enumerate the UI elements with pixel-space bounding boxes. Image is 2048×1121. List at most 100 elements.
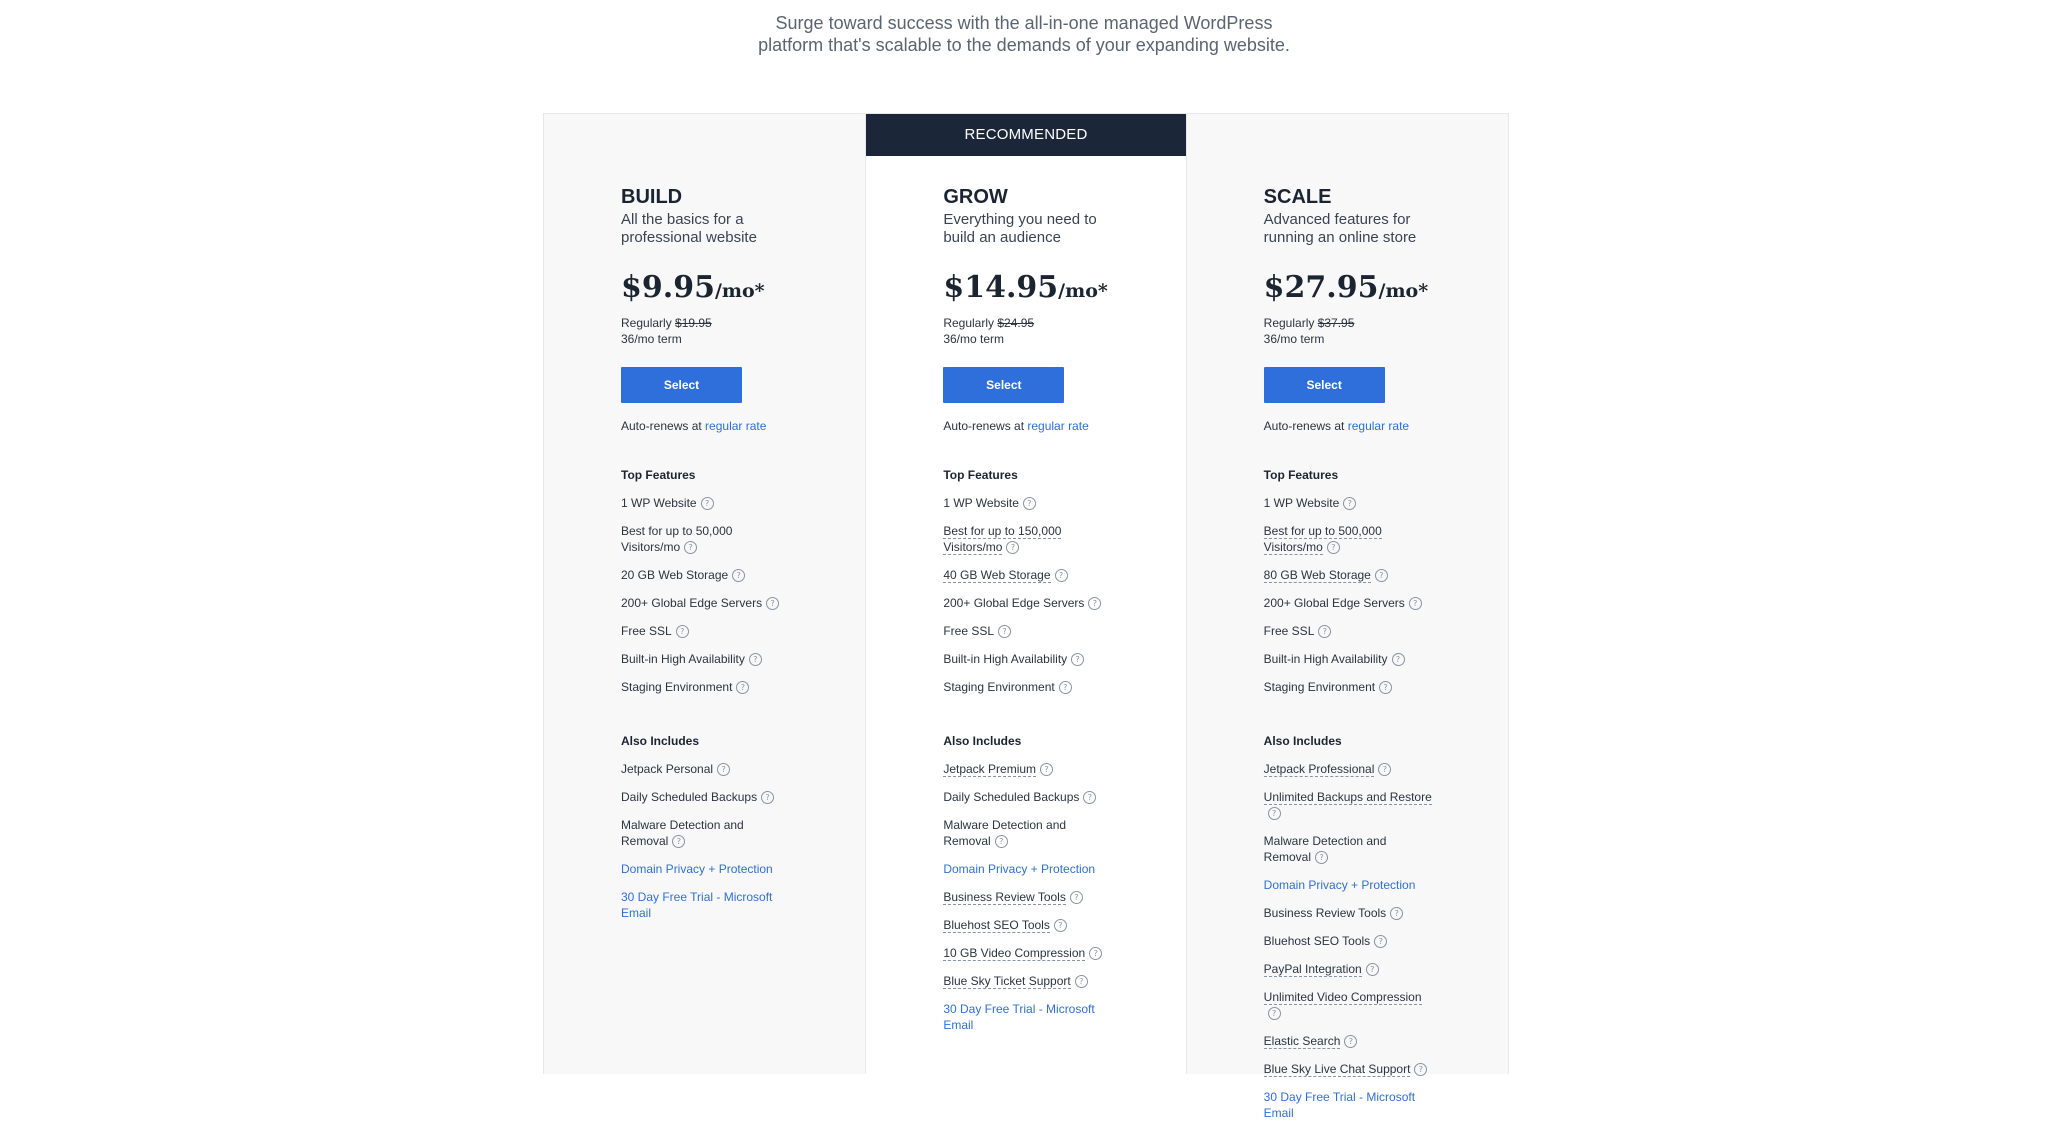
feature-item[interactable]: Unlimited Video Compression?	[1263, 989, 1434, 1021]
feature-text[interactable]: Unlimited Video Compression	[1263, 990, 1422, 1005]
feature-text: Staging Environment	[943, 680, 1055, 694]
question-circle-icon[interactable]: ?	[1089, 947, 1103, 961]
feature-text[interactable]: Elastic Search	[1263, 1034, 1341, 1049]
regular-rate-link[interactable]: regular rate	[1027, 419, 1088, 433]
question-circle-icon[interactable]: ?	[1326, 541, 1340, 555]
question-circle-icon[interactable]: ?	[1054, 569, 1068, 583]
question-circle-icon[interactable]: ?	[717, 763, 731, 777]
question-circle-icon[interactable]: ?	[1379, 681, 1393, 695]
autorenew-prefix: Auto-renews at	[621, 419, 706, 433]
question-circle-icon[interactable]: ?	[748, 653, 762, 667]
feature-text[interactable]: 80 GB Web Storage	[1263, 568, 1371, 583]
feature-item: Free SSL?	[943, 623, 1113, 639]
question-circle-icon[interactable]: ?	[1071, 653, 1085, 667]
question-circle-icon[interactable]: ?	[675, 625, 689, 639]
feature-text[interactable]: Domain Privacy + Protection	[943, 862, 1095, 876]
question-circle-icon[interactable]: ?	[1069, 891, 1083, 905]
regular-price: Regularly $24.95	[943, 315, 1185, 331]
feature-item[interactable]: Blue Sky Ticket Support?	[943, 973, 1113, 989]
question-circle-icon[interactable]: ?	[1083, 791, 1097, 805]
intro-line-1: Surge toward success with the all-in-one…	[775, 13, 1273, 33]
feature-text[interactable]: Best for up to 150,000 Visitors/mo	[943, 524, 1062, 555]
feature-item[interactable]: 40 GB Web Storage?	[943, 567, 1113, 583]
question-circle-icon[interactable]: ?	[998, 625, 1012, 639]
intro-text: Surge toward success with the all-in-one…	[0, 12, 2048, 56]
question-circle-icon[interactable]: ?	[736, 681, 750, 695]
feature-item[interactable]: 10 GB Video Compression?	[943, 945, 1113, 961]
autorenew-note: Auto-renews at regular rate	[621, 418, 865, 434]
select-button[interactable]: Select	[943, 367, 1065, 403]
plan-tagline: Advanced features for running an online …	[1263, 211, 1417, 246]
feature-text[interactable]: Blue Sky Ticket Support	[943, 974, 1071, 989]
select-button[interactable]: Select	[621, 367, 742, 403]
feature-text[interactable]: Business Review Tools	[943, 890, 1066, 905]
feature-item[interactable]: Bluehost SEO Tools?	[943, 917, 1113, 933]
feature-item[interactable]: Business Review Tools?	[943, 889, 1113, 905]
question-circle-icon[interactable]: ?	[1053, 919, 1067, 933]
question-circle-icon[interactable]: ?	[1365, 963, 1379, 977]
feature-text[interactable]: Jetpack Premium	[943, 762, 1037, 777]
question-circle-icon[interactable]: ?	[1374, 935, 1388, 949]
question-circle-icon[interactable]: ?	[1040, 763, 1054, 777]
feature-text: 1 WP Website	[621, 496, 697, 510]
feature-item[interactable]: PayPal Integration?	[1263, 961, 1434, 977]
question-circle-icon[interactable]: ?	[1267, 1007, 1281, 1021]
feature-item[interactable]: 30 Day Free Trial - Microsoft Email	[943, 1001, 1113, 1033]
question-circle-icon[interactable]: ?	[684, 541, 698, 555]
question-circle-icon[interactable]: ?	[1022, 497, 1036, 511]
feature-item[interactable]: 30 Day Free Trial - Microsoft Email	[1264, 1089, 1434, 1121]
regular-rate-link[interactable]: regular rate	[705, 419, 766, 433]
question-circle-icon[interactable]: ?	[1058, 681, 1072, 695]
question-circle-icon[interactable]: ?	[766, 597, 780, 611]
feature-text[interactable]: 30 Day Free Trial - Microsoft Email	[621, 890, 772, 920]
question-circle-icon[interactable]: ?	[1391, 653, 1405, 667]
select-button[interactable]: Select	[1263, 367, 1385, 403]
feature-text[interactable]: Best for up to 500,000 Visitors/mo	[1263, 524, 1382, 555]
feature-item[interactable]: Best for up to 150,000 Visitors/mo?	[943, 523, 1113, 555]
question-circle-icon[interactable]: ?	[1344, 1035, 1358, 1049]
feature-item[interactable]: Domain Privacy + Protection	[943, 861, 1113, 877]
question-circle-icon[interactable]: ?	[672, 835, 686, 849]
feature-text[interactable]: PayPal Integration	[1263, 962, 1362, 977]
feature-item[interactable]: Elastic Search?	[1263, 1033, 1434, 1049]
feature-item[interactable]: Jetpack Premium?	[943, 761, 1113, 777]
feature-text[interactable]: 10 GB Video Compression	[943, 946, 1086, 961]
feature-text[interactable]: 30 Day Free Trial - Microsoft Email	[943, 1002, 1094, 1032]
feature-item: Daily Scheduled Backups?	[621, 789, 791, 805]
question-circle-icon[interactable]: ?	[1074, 975, 1088, 989]
also-includes-heading: Also Includes	[1263, 734, 1342, 748]
feature-text[interactable]: Bluehost SEO Tools	[943, 918, 1050, 933]
question-circle-icon[interactable]: ?	[1006, 541, 1020, 555]
feature-item[interactable]: 80 GB Web Storage?	[1263, 567, 1434, 583]
question-circle-icon[interactable]: ?	[1390, 907, 1404, 921]
question-circle-icon[interactable]: ?	[732, 569, 746, 583]
question-circle-icon[interactable]: ?	[761, 791, 775, 805]
feature-item[interactable]: Domain Privacy + Protection	[1264, 877, 1434, 893]
feature-text[interactable]: Blue Sky Live Chat Support	[1263, 1062, 1411, 1077]
feature-item[interactable]: Blue Sky Live Chat Support?	[1263, 1061, 1434, 1077]
feature-text[interactable]: Domain Privacy + Protection	[621, 862, 773, 876]
regular-rate-link[interactable]: regular rate	[1348, 419, 1409, 433]
question-circle-icon[interactable]: ?	[1374, 569, 1388, 583]
question-circle-icon[interactable]: ?	[700, 497, 714, 511]
feature-text[interactable]: Unlimited Backups and Restore	[1263, 790, 1432, 805]
question-circle-icon[interactable]: ?	[1408, 597, 1422, 611]
feature-text[interactable]: Jetpack Professional	[1263, 762, 1375, 777]
feature-text[interactable]: 30 Day Free Trial - Microsoft Email	[1264, 1090, 1415, 1120]
feature-item[interactable]: Domain Privacy + Protection	[621, 861, 791, 877]
feature-item[interactable]: 30 Day Free Trial - Microsoft Email	[621, 889, 791, 921]
feature-text[interactable]: 40 GB Web Storage	[943, 568, 1051, 583]
feature-text[interactable]: Domain Privacy + Protection	[1264, 878, 1416, 892]
question-circle-icon[interactable]: ?	[1318, 625, 1332, 639]
question-circle-icon[interactable]: ?	[1315, 851, 1329, 865]
feature-text: 20 GB Web Storage	[621, 568, 729, 582]
question-circle-icon[interactable]: ?	[1088, 597, 1102, 611]
feature-item[interactable]: Unlimited Backups and Restore?	[1263, 789, 1434, 821]
question-circle-icon[interactable]: ?	[1267, 807, 1281, 821]
feature-item[interactable]: Jetpack Professional?	[1263, 761, 1434, 777]
question-circle-icon[interactable]: ?	[994, 835, 1008, 849]
question-circle-icon[interactable]: ?	[1343, 497, 1357, 511]
feature-item[interactable]: Best for up to 500,000 Visitors/mo?	[1263, 523, 1434, 555]
question-circle-icon[interactable]: ?	[1414, 1063, 1428, 1077]
question-circle-icon[interactable]: ?	[1378, 763, 1392, 777]
